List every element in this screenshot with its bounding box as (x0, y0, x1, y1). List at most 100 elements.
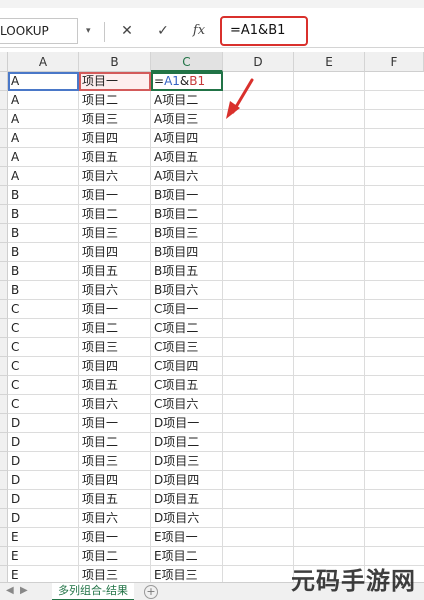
row-header[interactable] (0, 395, 8, 414)
row-header[interactable] (0, 167, 8, 186)
formula-input[interactable]: =A1&B1 (220, 16, 308, 46)
cell-d[interactable] (223, 281, 294, 300)
cell-d[interactable] (223, 224, 294, 243)
cell-f[interactable] (365, 72, 424, 91)
cell-a[interactable]: A (8, 148, 79, 167)
cell-d[interactable] (223, 338, 294, 357)
row-header[interactable] (0, 357, 8, 376)
select-all-corner[interactable] (0, 52, 8, 72)
row-header[interactable] (0, 566, 8, 582)
cell-f[interactable] (365, 186, 424, 205)
cell-c[interactable]: D项目二 (151, 433, 223, 452)
cell-a[interactable]: B (8, 262, 79, 281)
name-box[interactable]: LOOKUP (0, 18, 78, 44)
cell-d[interactable] (223, 300, 294, 319)
cell-a[interactable]: C (8, 319, 79, 338)
cell-b[interactable]: 项目四 (79, 357, 151, 376)
cell-c[interactable]: C项目三 (151, 338, 223, 357)
cell-c[interactable]: B项目三 (151, 224, 223, 243)
cell-a[interactable]: A (8, 110, 79, 129)
column-header-d[interactable]: D (223, 52, 294, 72)
cell-b[interactable]: 项目一 (79, 414, 151, 433)
cell-c[interactable]: A项目三 (151, 110, 223, 129)
cell-e[interactable] (294, 243, 365, 262)
cell-a[interactable]: D (8, 509, 79, 528)
cell-e[interactable] (294, 338, 365, 357)
column-header-e[interactable]: E (294, 52, 365, 72)
cell-d[interactable] (223, 243, 294, 262)
cell-b[interactable]: 项目三 (79, 110, 151, 129)
cell-f[interactable] (365, 281, 424, 300)
cell-e[interactable] (294, 357, 365, 376)
cell-d[interactable] (223, 319, 294, 338)
cell-e[interactable] (294, 205, 365, 224)
cell-e[interactable] (294, 110, 365, 129)
column-header-a[interactable]: A (8, 52, 79, 72)
cell-c[interactable]: C项目四 (151, 357, 223, 376)
insert-function-icon[interactable]: fx (188, 20, 210, 42)
cell-b[interactable]: 项目六 (79, 395, 151, 414)
cancel-icon[interactable]: ✕ (116, 20, 138, 42)
cell-e[interactable] (294, 490, 365, 509)
cell-d[interactable] (223, 414, 294, 433)
cell-c-active[interactable]: =A1&B1 (151, 72, 223, 91)
row-header[interactable] (0, 319, 8, 338)
cell-c[interactable]: A项目四 (151, 129, 223, 148)
cell-c[interactable]: D项目五 (151, 490, 223, 509)
cell-f[interactable] (365, 262, 424, 281)
cell-f[interactable] (365, 376, 424, 395)
row-header[interactable] (0, 414, 8, 433)
cell-a[interactable]: D (8, 452, 79, 471)
cell-a[interactable]: A (8, 91, 79, 110)
cell-f[interactable] (365, 338, 424, 357)
column-header-c[interactable]: C (151, 52, 223, 72)
cell-f[interactable] (365, 110, 424, 129)
cell-e[interactable] (294, 186, 365, 205)
cell-a[interactable]: D (8, 414, 79, 433)
cell-e[interactable] (294, 433, 365, 452)
cell-b[interactable]: 项目一 (79, 72, 151, 91)
cell-b[interactable]: 项目五 (79, 262, 151, 281)
cell-b[interactable]: 项目五 (79, 376, 151, 395)
cell-e[interactable] (294, 414, 365, 433)
cell-e[interactable] (294, 300, 365, 319)
cell-f[interactable] (365, 452, 424, 471)
cell-c[interactable]: A项目六 (151, 167, 223, 186)
enter-icon[interactable]: ✓ (152, 20, 174, 42)
cell-e[interactable] (294, 471, 365, 490)
cell-f[interactable] (365, 357, 424, 376)
cell-d[interactable] (223, 452, 294, 471)
cell-a[interactable]: D (8, 433, 79, 452)
cell-f[interactable] (365, 243, 424, 262)
cell-b[interactable]: 项目三 (79, 566, 151, 582)
cell-d[interactable] (223, 205, 294, 224)
cell-d[interactable] (223, 433, 294, 452)
cell-c[interactable]: C项目一 (151, 300, 223, 319)
cell-f[interactable] (365, 148, 424, 167)
cell-c[interactable]: B项目六 (151, 281, 223, 300)
row-header[interactable] (0, 547, 8, 566)
cell-b[interactable]: 项目六 (79, 167, 151, 186)
cell-e[interactable] (294, 528, 365, 547)
cell-b[interactable]: 项目六 (79, 509, 151, 528)
cell-b[interactable]: 项目二 (79, 547, 151, 566)
cell-c[interactable]: D项目三 (151, 452, 223, 471)
sheet-tab-active[interactable]: 多列组合-结果 (52, 583, 134, 600)
row-header[interactable] (0, 110, 8, 129)
cell-e[interactable] (294, 509, 365, 528)
cell-a[interactable]: B (8, 186, 79, 205)
row-header[interactable] (0, 376, 8, 395)
cell-f[interactable] (365, 395, 424, 414)
cell-c[interactable]: C项目二 (151, 319, 223, 338)
cell-a[interactable]: A (8, 72, 79, 91)
row-header[interactable] (0, 243, 8, 262)
cell-e[interactable] (294, 376, 365, 395)
cell-d[interactable] (223, 509, 294, 528)
cell-f[interactable] (365, 129, 424, 148)
cell-a[interactable]: C (8, 395, 79, 414)
row-header[interactable] (0, 509, 8, 528)
cell-c[interactable]: B项目五 (151, 262, 223, 281)
tab-prev-icon[interactable]: ◀ (6, 585, 14, 596)
cell-a[interactable]: E (8, 547, 79, 566)
cell-c[interactable]: E项目三 (151, 566, 223, 582)
